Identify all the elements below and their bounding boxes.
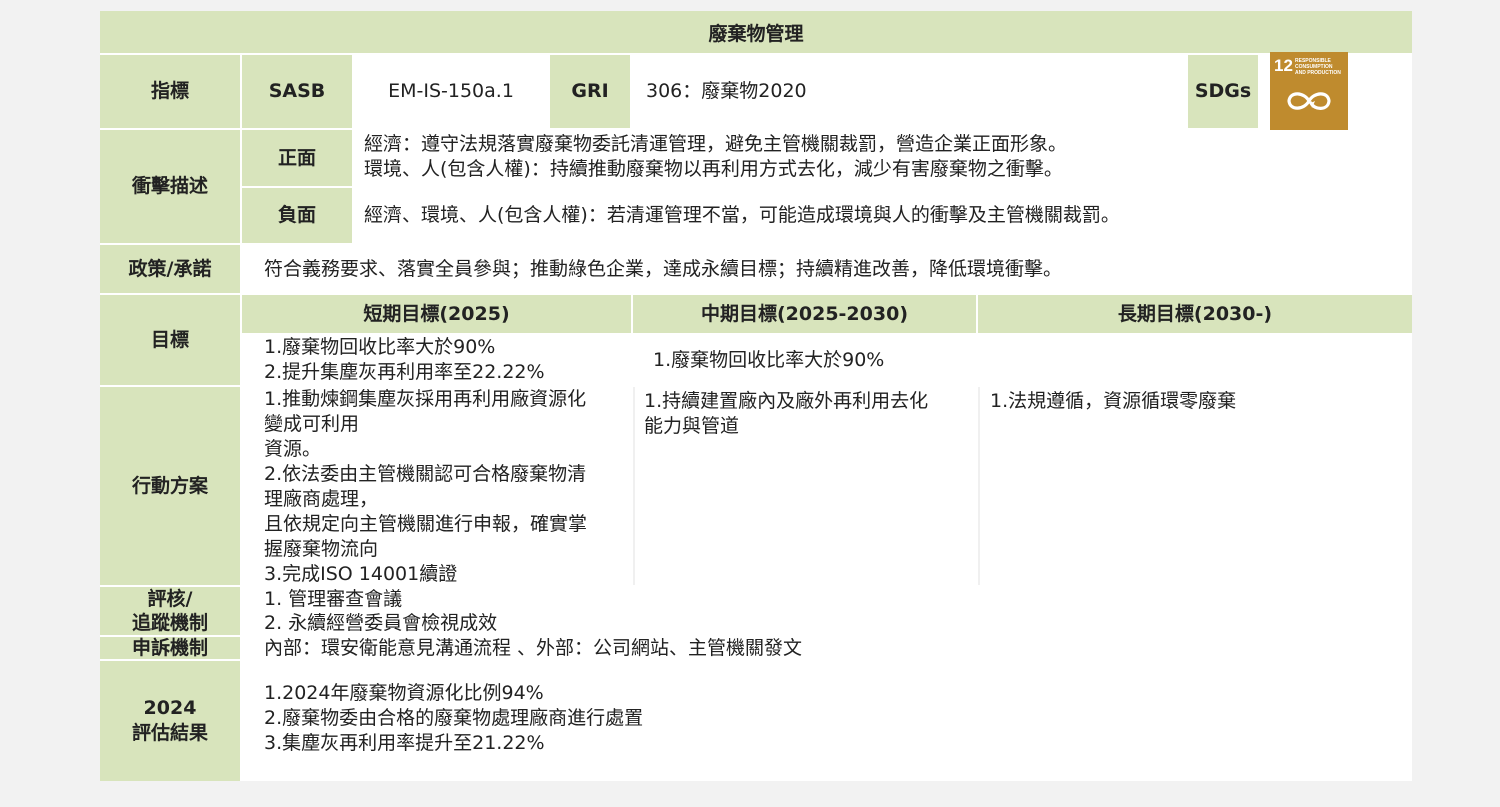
infinity-loop-icon: [1287, 92, 1331, 110]
action-mid-text: 1.持續建置廠內及廠外再利用去化 能力與管道: [633, 387, 976, 585]
policy-label: 政策/承諾: [100, 245, 240, 293]
waste-management-table: 廢棄物管理 指標 SASB EM-IS-150a.1 GRI 306：廢棄物20…: [100, 11, 1412, 781]
goal-short-header: 短期目標(2025): [242, 295, 631, 333]
action-short-line: 且依規定向主管機關進行申報，確實掌: [264, 513, 588, 535]
action-mid-line: 1.持續建置廠內及廠外再利用去化: [644, 390, 929, 412]
impact-negative-text: 經濟、環境、人(包含人權)：若清運管理不當，可能造成環境與人的衝擊及主管機關裁罰…: [352, 188, 1412, 243]
results-line: 2.廢棄物委由合格的廢棄物處理廠商進行處置: [264, 707, 644, 729]
goal-short-line: 2.提升集塵灰再利用率至22.22%: [264, 361, 545, 383]
goals-label: 目標: [100, 295, 240, 385]
results-line: 1.2024年廢棄物資源化比例94%: [264, 682, 544, 704]
table-title: 廢棄物管理: [100, 11, 1412, 53]
impact-positive-text: 經濟：遵守法規落實廢棄物委託清運管理，避免主管機關裁罰，營造企業正面形象。 環境…: [352, 130, 1412, 186]
goal-mid-header: 中期目標(2025-2030): [633, 295, 976, 333]
grievance-text: 內部：環安衛能意見溝通流程 、外部：公司網站、主管機關發文: [242, 637, 1412, 659]
results-text: 1.2024年廢棄物資源化比例94% 2.廢棄物委由合格的廢棄物處理廠商進行處置…: [242, 661, 1412, 781]
goal-long-header: 長期目標(2030-): [978, 295, 1412, 333]
results-label: 2024 評估結果: [100, 661, 240, 781]
sdg-text-line: AND PRODUCTION: [1295, 70, 1341, 76]
impact-label: 衝擊描述: [100, 130, 240, 243]
action-short-line: 3.完成ISO 14001續證: [264, 563, 458, 585]
sasb-label: SASB: [242, 55, 352, 128]
gri-value: 306：廢棄物2020: [632, 55, 1186, 128]
action-short-line: 握廢棄物流向: [264, 538, 379, 560]
action-short-line: 2.依法委由主管機關認可合格廢棄物清: [264, 463, 587, 485]
sdg-number: 12: [1274, 56, 1293, 75]
impact-positive-line: 環境、人(包含人權)：持續推動廢棄物以再利用方式去化，減少有害廢棄物之衝擊。: [364, 158, 1063, 180]
tracking-label-line: 評核/: [147, 588, 193, 610]
tracking-text: 1. 管理審查會議 2. 永續經營委員會檢視成效: [242, 587, 1412, 635]
action-long-text: 1.法規遵循，資源循環零廢棄: [978, 387, 1412, 585]
impact-positive-line: 經濟：遵守法規落實廢棄物委託清運管理，避免主管機關裁罰，營造企業正面形象。: [364, 133, 1068, 155]
tracking-line: 1. 管理審查會議: [264, 588, 403, 610]
sdg-goal-text: RESPONSIBLE CONSUMPTION AND PRODUCTION: [1295, 58, 1341, 76]
tracking-line: 2. 永續經營委員會檢視成效: [264, 612, 498, 634]
results-label-line: 2024: [143, 697, 197, 719]
tracking-label: 評核/ 追蹤機制: [100, 587, 240, 635]
impact-positive-label: 正面: [242, 130, 352, 186]
sdg-12-icon: 12 RESPONSIBLE CONSUMPTION AND PRODUCTIO…: [1270, 52, 1348, 130]
action-short-line: 資源。: [264, 438, 322, 460]
grievance-label: 申訴機制: [100, 637, 240, 659]
impact-negative-label: 負面: [242, 188, 352, 243]
sasb-value: EM-IS-150a.1: [352, 55, 550, 128]
action-mid-line: 能力與管道: [644, 415, 740, 437]
policy-text: 符合義務要求、落實全員參與；推動綠色企業，達成永續目標；持續精進改善，降低環境衝…: [242, 245, 1412, 293]
results-line: 3.集塵灰再利用率提升至21.22%: [264, 732, 545, 754]
actions-label: 行動方案: [100, 387, 240, 585]
action-short-line: 理廠商處理，: [264, 488, 379, 510]
action-short-line: 變成可利用: [264, 413, 360, 435]
gri-label: GRI: [550, 55, 630, 128]
goal-short-line: 1.廢棄物回收比率大於90%: [264, 336, 496, 358]
results-label-line: 評估結果: [131, 722, 208, 744]
tracking-label-line: 追蹤機制: [131, 612, 208, 634]
action-short-line: 1.推動煉鋼集塵灰採用再利用廠資源化: [264, 388, 587, 410]
indicator-label: 指標: [100, 55, 240, 128]
action-short-text: 1.推動煉鋼集塵灰採用再利用廠資源化 變成可利用 資源。 2.依法委由主管機關認…: [242, 387, 631, 585]
sdgs-label: SDGs: [1188, 55, 1258, 128]
goal-short-text: 1.廢棄物回收比率大於90% 2.提升集塵灰再利用率至22.22%: [242, 335, 631, 385]
goal-mid-long-text: 1.廢棄物回收比率大於90%: [633, 335, 1412, 385]
